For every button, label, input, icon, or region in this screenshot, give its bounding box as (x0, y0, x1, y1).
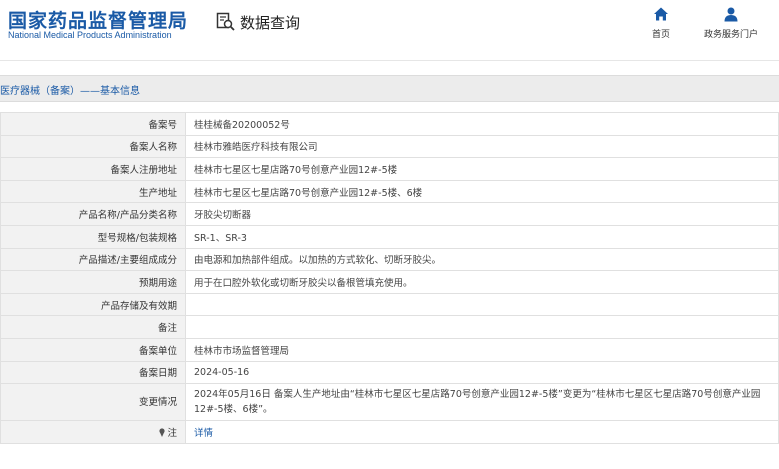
field-value: 桂林市市场监督管理局 (185, 337, 779, 362)
logo-english[interactable]: National Medical Products Administration (8, 30, 172, 40)
breadcrumb-bar: 医疗器械（备案）——基本信息 (0, 75, 779, 102)
field-label: 备案单位 (0, 337, 186, 362)
site-header: 国家药品监督管理局 National Medical Products Admi… (0, 0, 779, 62)
field-value: 由电源和加热部件组成。以加热的方式软化、切断牙胶尖。 (185, 247, 779, 272)
field-value: 桂林市雅皓医疗科技有限公司 (185, 134, 779, 159)
note-label: 注 (167, 427, 177, 439)
table-row: 变更情况 2024年05月16日 备案人生产地址由“桂林市七星区七星店路70号创意… (0, 383, 779, 422)
table-row: 生产地址 桂林市七星区七星店路70号创意产业园12#-5楼、6楼 (0, 179, 779, 204)
data-query-link[interactable]: 数据查询 (216, 10, 300, 34)
field-label: 生产地址 (0, 179, 186, 204)
field-label: 预期用途 (0, 270, 186, 294)
field-label: 型号规格/包装规格 (0, 224, 186, 249)
data-query-label: 数据查询 (240, 13, 301, 32)
table-row: 注 详情 (0, 420, 779, 444)
table-row: 备案人注册地址 桂林市七星区七星店路70号创意产业园12#-5楼 (0, 157, 779, 181)
field-value: 桂桂械备20200052号 (185, 112, 779, 136)
field-label: 产品描述/主要组成成分 (0, 247, 186, 272)
table-row: 备案号 桂桂械备20200052号 (0, 112, 779, 136)
field-label: 产品存储及有效期 (0, 292, 186, 317)
table-row: 备注 (0, 315, 779, 339)
field-value (185, 292, 779, 317)
table-row: 产品名称/产品分类名称 牙胶尖切断器 (0, 202, 779, 226)
table-row: 备案日期 2024-05-16 (0, 360, 779, 385)
home-icon (654, 7, 668, 21)
table-row: 型号规格/包装规格 SR-1、SR-3 (0, 224, 779, 249)
field-value: 详情 (185, 420, 779, 444)
details-link[interactable]: 详情 (194, 428, 213, 439)
table-row: 备案人名称 桂林市雅皓医疗科技有限公司 (0, 134, 779, 159)
field-label: 备案号 (0, 112, 186, 136)
logo-chinese[interactable]: 国家药品监督管理局 (8, 6, 188, 33)
breadcrumb: 医疗器械（备案）——基本信息 (0, 86, 140, 97)
field-label: 备注 (0, 315, 186, 339)
field-value: SR-1、SR-3 (185, 224, 779, 249)
nav-home[interactable]: 首页 (652, 6, 670, 40)
user-icon (724, 7, 738, 22)
pin-icon (159, 428, 166, 437)
document-search-icon (216, 12, 235, 31)
header-divider (0, 60, 779, 61)
field-value: 桂林市七星区七星店路70号创意产业园12#-5楼、6楼 (185, 179, 779, 204)
nav-service-portal[interactable]: 政务服务门户 (704, 6, 758, 40)
field-label: 备案人注册地址 (0, 157, 186, 181)
table-row: 产品描述/主要组成成分 由电源和加热部件组成。以加热的方式软化、切断牙胶尖。 (0, 247, 779, 272)
field-value: 2024年05月16日 备案人生产地址由“桂林市七星区七星店路70号创意产业园1… (185, 383, 779, 422)
table-row: 备案单位 桂林市市场监督管理局 (0, 337, 779, 362)
field-label: 变更情况 (0, 383, 186, 422)
field-value (185, 315, 779, 339)
table-row: 预期用途 用于在口腔外软化或切断牙胶尖以备根管填充使用。 (0, 270, 779, 294)
nav-home-label: 首页 (652, 30, 671, 40)
table-row: 产品存储及有效期 (0, 292, 779, 317)
field-label: 备案日期 (0, 360, 186, 385)
field-value: 牙胶尖切断器 (185, 202, 779, 226)
field-value: 用于在口腔外软化或切断牙胶尖以备根管填充使用。 (185, 270, 779, 294)
field-label: 产品名称/产品分类名称 (0, 202, 186, 226)
field-value: 桂林市七星区七星店路70号创意产业园12#-5楼 (185, 157, 779, 181)
field-label: 注 (0, 420, 186, 444)
record-detail-table: 备案号 桂桂械备20200052号 备案人名称 桂林市雅皓医疗科技有限公司 备案人注册地… (0, 112, 779, 444)
field-value: 2024-05-16 (185, 360, 779, 385)
nav-service-label: 政务服务门户 (704, 30, 759, 40)
field-label: 备案人名称 (0, 134, 186, 159)
